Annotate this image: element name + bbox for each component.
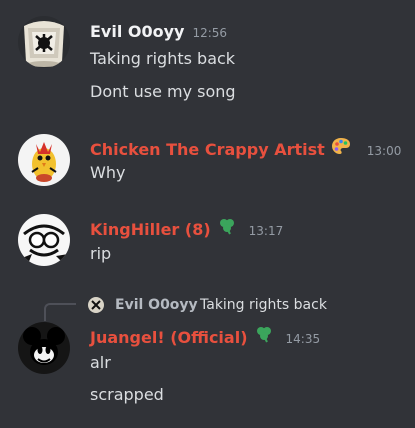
reply-preview-text[interactable]: Taking rights back (200, 296, 327, 314)
username[interactable]: Juangel! (Official) (90, 328, 248, 348)
message-header: Chicken The Crappy Artist 13:00 (90, 137, 401, 160)
message-text: Why (90, 163, 126, 182)
message-header: KingHiller (8) 13:17 (90, 217, 283, 240)
timestamp[interactable]: 12:56 (192, 26, 227, 40)
message-text: Dont use my song (90, 82, 236, 101)
message-header: Evil O0oyy 12:56 (90, 22, 227, 42)
message-text: Taking rights back (90, 49, 236, 68)
user-avatar[interactable] (18, 322, 70, 374)
message-text: alr (90, 353, 111, 372)
timestamp[interactable]: 13:17 (249, 224, 284, 238)
clover-icon[interactable] (217, 217, 237, 235)
palette-icon[interactable] (331, 137, 351, 155)
username[interactable]: Evil O0oyy (90, 22, 184, 42)
user-avatar[interactable] (18, 16, 70, 68)
reply-username[interactable]: Evil O0oyy (115, 296, 198, 314)
clover-icon[interactable] (254, 325, 274, 343)
username[interactable]: Chicken The Crappy Artist (90, 140, 325, 160)
user-avatar[interactable] (18, 214, 70, 266)
chat-message-list: Evil O0oyy 12:56 Taking rights back Dont… (0, 0, 415, 428)
message-text: scrapped (90, 385, 164, 404)
reply-connector (44, 303, 76, 321)
message-text: rip (90, 244, 112, 263)
username[interactable]: KingHiller (8) (90, 220, 211, 240)
timestamp[interactable]: 13:00 (367, 144, 402, 158)
message-header: Juangel! (Official) 14:35 (90, 325, 320, 348)
user-avatar[interactable] (18, 134, 70, 186)
timestamp[interactable]: 14:35 (286, 332, 321, 346)
reply-avatar[interactable] (88, 297, 104, 313)
